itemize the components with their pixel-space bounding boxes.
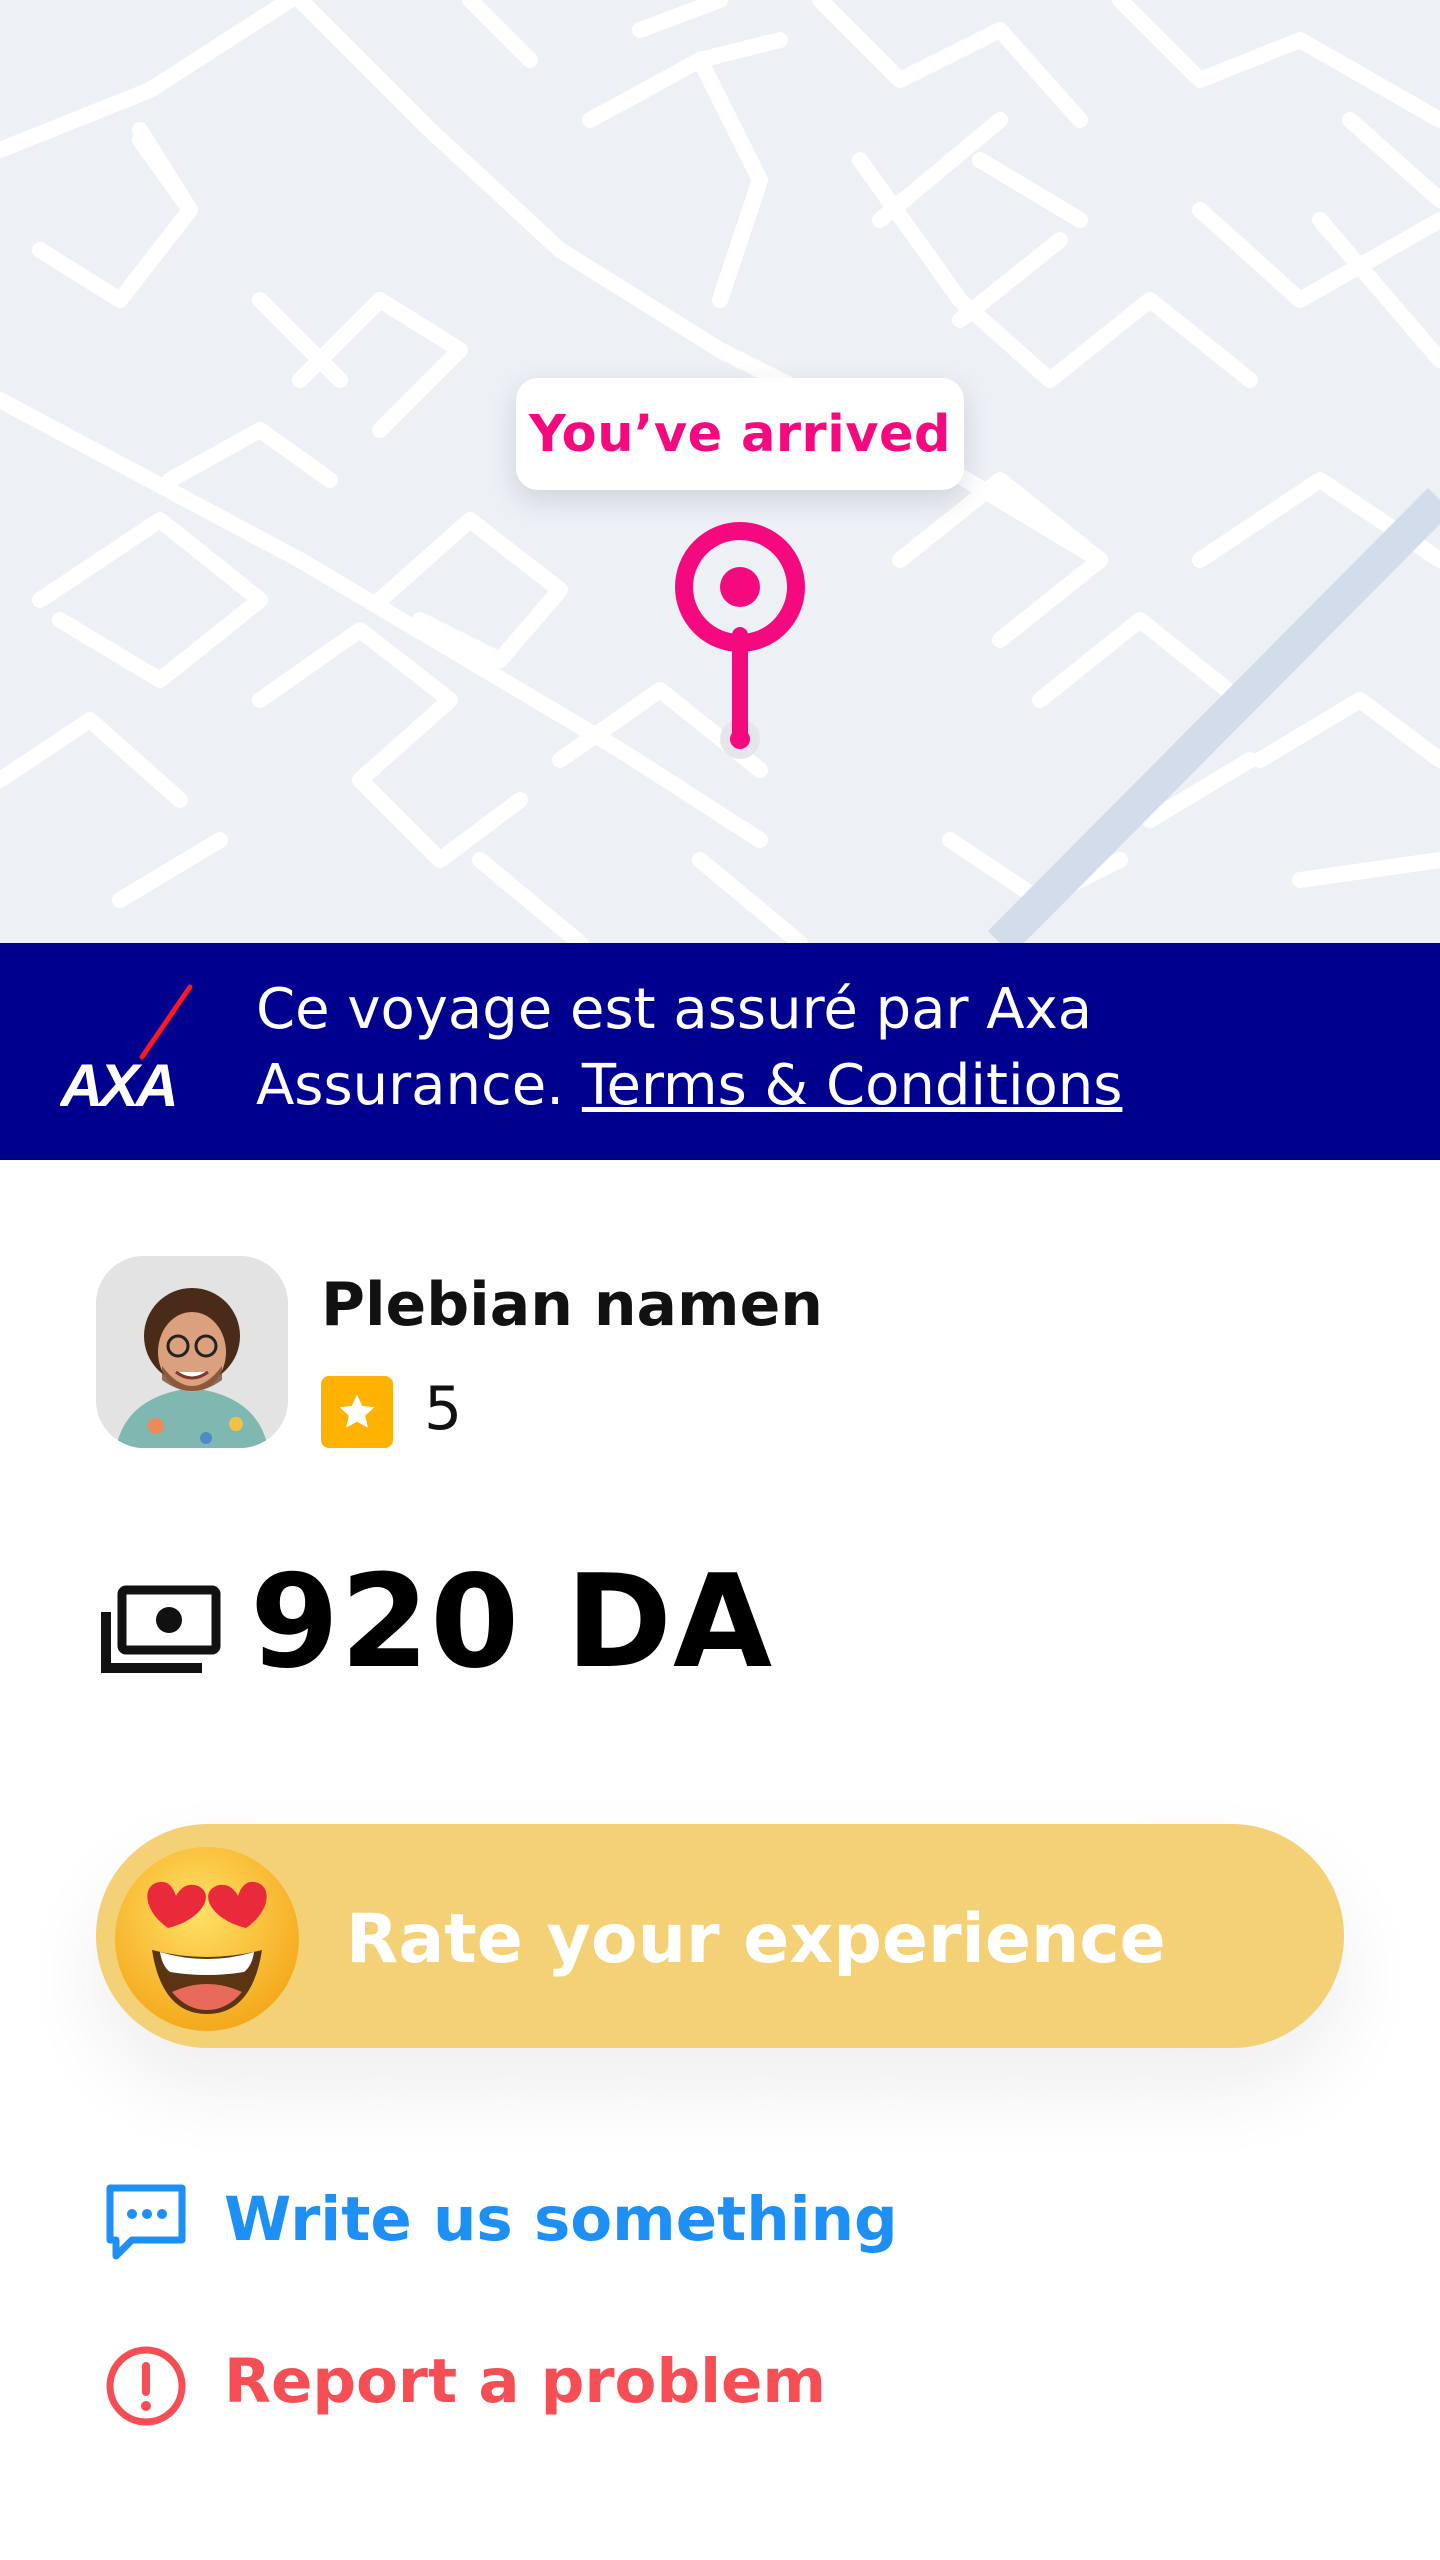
axa-logo-text: AXA [60, 1052, 175, 1113]
driver-photo [96, 1256, 288, 1448]
driver-name: Plebian namen [321, 1270, 823, 1340]
arrival-label: You’ve arrived [516, 378, 964, 490]
heart-eyes-emoji-icon [115, 1847, 299, 2031]
write-us-label: Write us something [224, 2184, 898, 2255]
insurance-text: Ce voyage est assuré par Axa Assurance. … [256, 972, 1396, 1124]
star-icon [321, 1376, 393, 1448]
axa-logo-icon: AXA [60, 984, 193, 1113]
cash-icon [101, 1585, 221, 1673]
alert-circle-icon [106, 2346, 186, 2426]
terms-link[interactable]: Terms & Conditions [582, 1053, 1123, 1118]
fare-amount: 920 DA [250, 1548, 774, 1697]
report-problem-label: Report a problem [224, 2346, 826, 2417]
destination-pin-icon [675, 522, 805, 759]
rate-experience-label: Rate your experience [346, 1900, 1166, 1979]
map-view[interactable]: You’ve arrived [0, 0, 1440, 943]
chat-bubble-icon [106, 2184, 186, 2260]
driver-rating: 5 [424, 1374, 463, 1444]
driver-avatar [96, 1256, 288, 1448]
